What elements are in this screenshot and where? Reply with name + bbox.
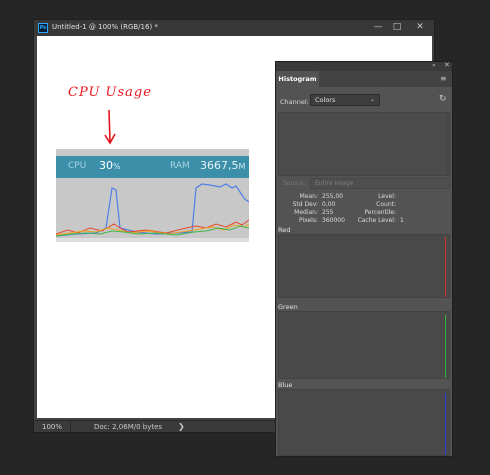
- annotation-arrow-icon: [104, 109, 116, 145]
- close-panel-icon[interactable]: ✕: [444, 61, 450, 69]
- document-title-bar[interactable]: Ps Untitled-1 @ 100% (RGB/16) * — □ ✕: [34, 20, 434, 36]
- zoom-level[interactable]: 100%: [42, 423, 62, 431]
- cpu-number: 30: [99, 159, 113, 172]
- cpu-value: 30%: [99, 159, 121, 172]
- photoshop-logo-icon: Ps: [38, 23, 48, 33]
- pixels-value: 360000: [322, 217, 345, 224]
- maximize-button[interactable]: □: [387, 21, 407, 34]
- doc-size-info[interactable]: Doc: 2,06M/0 bytes: [94, 423, 162, 431]
- histogram-blue: [278, 389, 450, 456]
- ram-number: 3667,5: [200, 159, 239, 172]
- percentile-label: Percentile:: [364, 209, 396, 216]
- histogram-graph: [278, 112, 448, 176]
- chevron-down-icon: ⌄: [369, 96, 375, 103]
- channel-green-label: Green: [278, 303, 298, 311]
- source-label: Source:: [283, 180, 306, 187]
- std-dev-label: Std Dev:: [292, 201, 318, 208]
- status-menu-arrow-icon[interactable]: ❯: [178, 422, 185, 431]
- channel-blue-label: Blue: [278, 381, 293, 389]
- ram-label: RAM: [170, 161, 190, 171]
- histogram-red: [278, 234, 450, 298]
- channel-dropdown[interactable]: Colors ⌄: [310, 94, 380, 106]
- annotation-text: CPU Usage: [68, 85, 152, 100]
- histogram-scrollbar[interactable]: [446, 112, 450, 176]
- mean-label: Mean:: [299, 193, 318, 200]
- count-label: Count:: [376, 201, 396, 208]
- panel-header-strip[interactable]: « ✕: [276, 61, 452, 71]
- document-title: Untitled-1 @ 100% (RGB/16) *: [52, 23, 158, 31]
- pixels-label: Pixels:: [298, 217, 318, 224]
- refresh-icon[interactable]: ↻: [439, 94, 447, 104]
- histogram-blue-spike: [444, 393, 446, 455]
- histogram-panel: « ✕ Histogram ≡ Channel: Colors ⌄ ↻ Sour…: [275, 61, 453, 457]
- median-value: 255: [322, 209, 334, 216]
- cpu-unit: %: [113, 162, 121, 171]
- ram-unit: M: [238, 162, 246, 171]
- cache-level-label: Cache Level:: [357, 217, 396, 224]
- pasted-screenshot: CPU 30% RAM 3667,5M: [56, 149, 249, 242]
- collapse-panel-icon[interactable]: «: [432, 62, 436, 69]
- close-button[interactable]: ✕: [410, 21, 430, 34]
- source-dropdown[interactable]: Entire Image: [310, 178, 450, 189]
- channel-red-label: Red: [278, 226, 291, 234]
- channel-value: Colors: [315, 96, 336, 104]
- ram-value: 3667,5M: [200, 159, 245, 172]
- graph-footer: [56, 238, 249, 242]
- status-divider: [70, 421, 71, 432]
- panel-menu-icon[interactable]: ≡: [440, 74, 447, 83]
- histogram-green: [278, 311, 450, 379]
- source-value: Entire Image: [315, 180, 354, 187]
- cpu-ram-bar: CPU 30% RAM 3667,5M: [56, 156, 249, 178]
- median-label: Median:: [294, 209, 318, 216]
- histogram-red-spike: [444, 237, 446, 297]
- cache-level-value: 1: [400, 217, 404, 224]
- tab-histogram[interactable]: Histogram: [276, 71, 319, 87]
- std-dev-value: 0,00: [322, 201, 336, 208]
- minimize-button[interactable]: —: [368, 21, 388, 34]
- cpu-label: CPU: [68, 161, 87, 171]
- mean-value: 255,00: [322, 193, 343, 200]
- channel-label: Channel:: [280, 98, 309, 106]
- usage-graph: [56, 178, 249, 238]
- panel-tab-bar: Histogram ≡: [276, 71, 452, 87]
- level-label: Level:: [378, 193, 396, 200]
- histogram-green-spike: [444, 315, 446, 378]
